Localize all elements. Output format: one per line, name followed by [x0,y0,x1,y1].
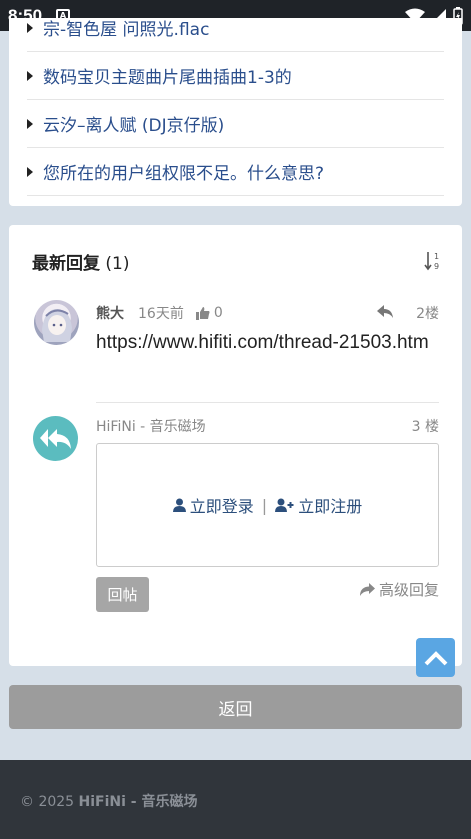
thumbs-up-icon [195,306,210,320]
thread-title: 宗-智色屋 问照光.flac [43,20,210,40]
login-link[interactable]: 立即登录 [172,493,254,517]
reply-editor[interactable]: 立即登录 | 立即注册 [96,443,439,567]
thread-title: 您所在的用户组权限不足。什么意思? [43,164,325,184]
like-button[interactable]: 0 [195,305,223,321]
user-plus-icon [275,498,294,512]
user-icon [172,498,186,512]
replies-count: (1) [105,254,130,274]
share-icon [359,583,375,596]
register-label: 立即注册 [298,497,363,516]
footer: © 2025 HiFiNi - 音乐磁场 [0,760,471,839]
post-content: https://www.hifiti.com/thread-21503.htm [96,332,429,353]
caret-right-icon [27,70,33,81]
composer-meta: HiFiNi - 音乐磁场 3 楼 [96,416,439,436]
caret-right-icon [27,22,33,33]
post-time: 16天前 [138,306,184,322]
caret-right-icon [27,118,33,129]
replies-title: 最新回复 [32,254,100,274]
divider [96,402,439,403]
post-author[interactable]: 熊大 [96,303,124,323]
thread-link[interactable]: 数码宝贝主题曲片尾曲插曲1-3的 [27,52,444,100]
footer-copyright: © 2025 [20,794,79,810]
thread-link[interactable]: 您所在的用户组权限不足。什么意思? [27,148,444,196]
back-button[interactable]: 返回 [9,685,462,729]
replies-heading: 最新回复 (1) [32,249,130,274]
login-label: 立即登录 [189,497,254,516]
submit-reply-button[interactable]: 回帖 [96,577,149,612]
thread-link[interactable]: 云汐–离人赋 (DJ京仔版) [27,100,444,148]
site-avatar [33,416,78,461]
post-floor: 2楼 [416,306,439,322]
thread-title: 云汐–离人赋 (DJ京仔版) [43,116,225,136]
post-meta: 熊大 16天前 0 2楼 [96,303,439,323]
sort-numeric-icon[interactable]: 1 9 [424,250,440,272]
reply-icon[interactable] [377,304,394,323]
reply-all-icon [39,428,71,449]
site-name: HiFiNi - 音乐磁场 [96,419,206,435]
advanced-reply-label: 高级回复 [378,581,439,599]
advanced-reply-link[interactable]: 高级回复 [359,579,439,600]
replies-card: 最新回复 (1) 1 9 熊大 16天前 0 2楼 https://www.hi… [9,225,462,666]
related-threads-card: 宗-智色屋 问照光.flac 数码宝贝主题曲片尾曲插曲1-3的 云汐–离人赋 (… [9,18,462,206]
svg-text:9: 9 [434,262,439,271]
back-to-top-button[interactable] [416,638,455,677]
chevron-up-icon [424,650,447,665]
composer-floor: 3 楼 [411,419,439,435]
link-separator: | [261,495,268,515]
thread-title: 数码宝贝主题曲片尾曲插曲1-3的 [43,68,292,88]
like-count: 0 [213,305,223,321]
caret-right-icon [27,166,33,177]
svg-text:1: 1 [434,252,439,261]
footer-site-link[interactable]: HiFiNi - 音乐磁场 [79,794,198,810]
user-avatar[interactable] [34,300,79,345]
thread-link[interactable]: 宗-智色屋 问照光.flac [27,4,444,52]
register-link[interactable]: 立即注册 [275,493,362,517]
